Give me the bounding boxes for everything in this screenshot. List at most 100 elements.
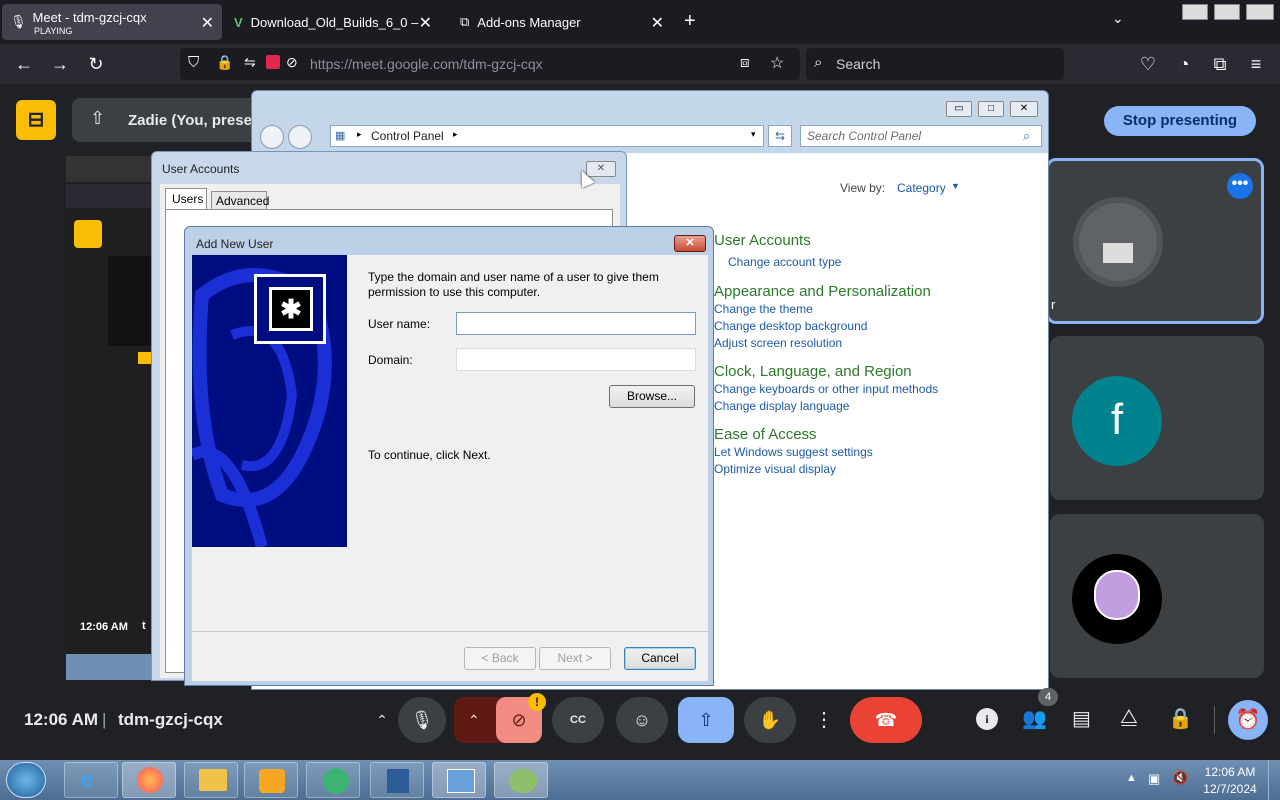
shield-icon[interactable]: ⛉ bbox=[188, 54, 199, 71]
search-icon[interactable]: ⌕ bbox=[1023, 128, 1030, 144]
captions-icon[interactable]: CC bbox=[552, 697, 604, 743]
restore-button[interactable] bbox=[1214, 4, 1240, 20]
star-icon[interactable]: ☆ bbox=[770, 53, 784, 73]
timer-icon[interactable]: ⏰ bbox=[1228, 700, 1268, 740]
reload-icon[interactable]: ↻ bbox=[84, 52, 108, 76]
tray-chevron-up-icon[interactable]: ▲ bbox=[1126, 772, 1137, 784]
view-by-dropdown[interactable]: Category bbox=[897, 181, 946, 195]
mic-blocked-icon[interactable]: ⊘ bbox=[286, 54, 298, 71]
forward-icon[interactable]: → bbox=[48, 52, 72, 76]
browse-button[interactable]: Browse... bbox=[609, 385, 695, 408]
extensions-icon[interactable]: ⧉ bbox=[1208, 52, 1232, 76]
taskbar-explorer-icon[interactable] bbox=[184, 762, 238, 798]
taskbar-firefox-icon[interactable] bbox=[122, 762, 176, 798]
new-tab-button[interactable]: + bbox=[684, 10, 696, 33]
people-icon[interactable]: 👥 bbox=[1022, 706, 1047, 731]
network-icon[interactable]: ▣ bbox=[1148, 771, 1160, 787]
close-icon[interactable]: ✕ bbox=[651, 13, 664, 33]
tab-advanced[interactable]: Advanced bbox=[211, 191, 269, 210]
info-icon[interactable]: i bbox=[976, 708, 998, 730]
address-bar[interactable]: ▦ ▸ Control Panel ▸ ▾ bbox=[330, 125, 764, 147]
screen-share-icon[interactable]: ⧈ bbox=[740, 54, 750, 71]
clock-date[interactable]: 12/7/2024 bbox=[1198, 782, 1262, 796]
start-button[interactable] bbox=[6, 762, 46, 798]
chevron-up-icon[interactable]: ⌃ bbox=[468, 697, 480, 743]
tab-addons[interactable]: ⧉ Add-ons Manager ✕ bbox=[452, 4, 672, 40]
taskbar-control-panel-icon[interactable] bbox=[432, 762, 486, 798]
search-input[interactable]: Search Control Panel ⌕ bbox=[800, 125, 1042, 147]
taskbar-media-player-icon[interactable] bbox=[244, 762, 298, 798]
search-input[interactable]: ⌕ Search bbox=[806, 48, 1064, 80]
refresh-icon[interactable]: ⇆ bbox=[768, 125, 792, 147]
lock-icon[interactable]: 🔒 bbox=[216, 54, 233, 71]
emoji-icon[interactable]: ☺ bbox=[616, 697, 668, 743]
section-heading-ease-of-access[interactable]: Ease of Access bbox=[714, 426, 817, 443]
close-icon[interactable]: ✕ bbox=[201, 13, 214, 33]
participant-tile-f[interactable]: f bbox=[1050, 336, 1264, 500]
permissions-icon[interactable]: ⇋ bbox=[244, 54, 256, 71]
chevron-down-icon[interactable]: ▾ bbox=[751, 129, 756, 140]
participant-tile-sticker[interactable] bbox=[1050, 514, 1264, 678]
link-optimize-display[interactable]: Optimize visual display bbox=[714, 462, 836, 476]
breadcrumb[interactable]: Control Panel bbox=[371, 129, 444, 143]
minimize-button[interactable]: ▭ bbox=[946, 101, 972, 117]
tab-users[interactable]: Users bbox=[165, 188, 207, 210]
mic-icon[interactable]: 🎙 bbox=[398, 697, 446, 743]
more-options-icon[interactable]: ⋮ bbox=[808, 697, 840, 743]
show-desktop-button[interactable] bbox=[1268, 760, 1280, 800]
raise-hand-icon[interactable]: ✋ bbox=[744, 697, 796, 743]
tab-meet[interactable]: 🎙 Meet - tdm-gzcj-cqx PLAYING ✕ bbox=[2, 4, 222, 40]
puzzle-icon: ⧉ bbox=[460, 14, 470, 29]
participant-tile-active[interactable]: r ••• bbox=[1046, 158, 1264, 324]
link-keyboards[interactable]: Change keyboards or other input methods bbox=[714, 382, 938, 396]
chevron-down-icon[interactable]: ▼ bbox=[951, 181, 960, 191]
section-heading-user-accounts[interactable]: User Accounts bbox=[714, 232, 811, 249]
present-screen-icon[interactable]: ⇧ bbox=[678, 697, 734, 743]
audio-options-icon[interactable]: ⌃ bbox=[366, 697, 398, 743]
close-window-button[interactable] bbox=[1246, 4, 1274, 20]
domain-field[interactable] bbox=[456, 348, 696, 371]
clock-time[interactable]: 12:06 AM bbox=[1198, 765, 1262, 779]
close-button[interactable]: ✕ bbox=[674, 235, 706, 252]
back-icon[interactable] bbox=[260, 125, 284, 149]
chat-icon[interactable]: ▤ bbox=[1072, 706, 1091, 731]
taskbar-ie-icon[interactable]: e bbox=[64, 762, 118, 798]
back-icon[interactable]: ← bbox=[12, 52, 36, 76]
camera-blocked-icon[interactable] bbox=[266, 55, 280, 69]
close-icon[interactable]: ✕ bbox=[419, 13, 432, 33]
back-button[interactable]: < Back bbox=[464, 647, 536, 670]
more-options-icon[interactable]: ••• bbox=[1227, 173, 1253, 199]
link-change-theme[interactable]: Change the theme bbox=[714, 302, 813, 316]
user-name-field[interactable] bbox=[456, 312, 696, 335]
link-suggest-settings[interactable]: Let Windows suggest settings bbox=[714, 445, 873, 459]
next-button[interactable]: Next > bbox=[539, 647, 611, 670]
forward-icon[interactable] bbox=[288, 125, 312, 149]
taskbar-virtualbox-icon[interactable] bbox=[370, 762, 424, 798]
pocket-icon[interactable]: ♡ bbox=[1136, 52, 1160, 76]
url-bar[interactable]: ⛉ 🔒 ⇋ ⊘ https://meet.google.com/tdm-gzcj… bbox=[180, 48, 800, 80]
link-desktop-background[interactable]: Change desktop background bbox=[714, 319, 867, 333]
minimize-button[interactable] bbox=[1182, 4, 1208, 20]
section-heading-appearance[interactable]: Appearance and Personalization bbox=[714, 283, 931, 300]
section-heading-clock[interactable]: Clock, Language, and Region bbox=[714, 363, 912, 380]
link-change-account-type[interactable]: Change account type bbox=[728, 255, 841, 269]
host-controls-icon[interactable]: 🔒 bbox=[1168, 706, 1193, 731]
taskbar-users-icon[interactable] bbox=[494, 762, 548, 798]
taskbar-chat-app-icon[interactable] bbox=[306, 762, 360, 798]
dialog-body: ✱ Type the domain and user name of a use… bbox=[192, 255, 708, 681]
tab-download[interactable]: V Download_Old_Builds_6_0 – Or ✕ bbox=[226, 4, 440, 40]
link-display-language[interactable]: Change display language bbox=[714, 399, 849, 413]
chevron-right-icon[interactable]: ▸ bbox=[453, 129, 458, 140]
cancel-button[interactable]: Cancel bbox=[624, 647, 696, 670]
end-call-icon[interactable]: ☎ bbox=[850, 697, 922, 743]
stop-presenting-button[interactable]: Stop presenting bbox=[1104, 106, 1256, 136]
close-button[interactable]: ✕ bbox=[1010, 101, 1038, 117]
menu-icon[interactable]: ≡ bbox=[1244, 52, 1268, 76]
account-icon[interactable]: ◔ bbox=[1172, 52, 1196, 76]
link-screen-resolution[interactable]: Adjust screen resolution bbox=[714, 336, 842, 350]
maximize-button[interactable]: □ bbox=[978, 101, 1004, 117]
volume-muted-icon[interactable]: 🔇 bbox=[1172, 770, 1188, 786]
view-by-label: View by: bbox=[840, 181, 886, 195]
chevron-down-icon[interactable]: ⌄ bbox=[1112, 10, 1124, 27]
activities-icon[interactable]: ⧋ bbox=[1120, 706, 1138, 729]
